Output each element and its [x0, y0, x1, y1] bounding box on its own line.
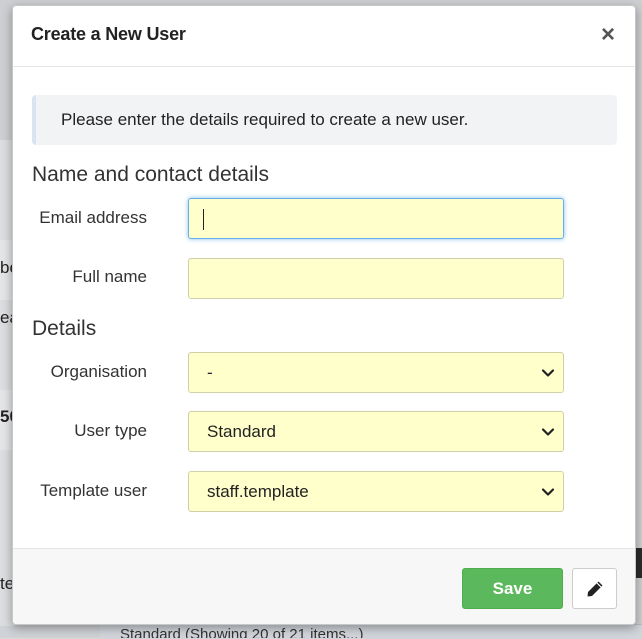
dialog-header: Create a New User ×: [13, 6, 635, 67]
template-user-label: Template user: [40, 481, 147, 500]
section-heading-contact: Name and contact details: [32, 163, 269, 186]
email-label: Email address: [39, 208, 147, 227]
save-button[interactable]: Save: [462, 568, 563, 609]
dialog-footer: Save: [13, 548, 635, 624]
pencil-icon: [587, 581, 603, 597]
background-table-caption: Standard (Showing 20 of 21 items...): [120, 626, 364, 638]
organisation-select[interactable]: -: [188, 352, 564, 393]
dialog-title: Create a New User: [31, 24, 186, 44]
organisation-value: -: [207, 363, 213, 382]
user-type-select[interactable]: Standard: [188, 411, 564, 452]
full-name-label: Full name: [72, 267, 147, 286]
section-heading-details: Details: [32, 317, 97, 340]
email-input[interactable]: [188, 198, 564, 239]
chevron-down-icon: [541, 428, 555, 436]
user-type-label: User type: [74, 421, 147, 440]
info-alert: Please enter the details required to cre…: [32, 95, 617, 145]
close-button[interactable]: ×: [597, 22, 619, 48]
full-name-input[interactable]: [188, 258, 564, 299]
edit-button[interactable]: [572, 568, 617, 609]
close-icon: ×: [600, 21, 615, 48]
create-user-dialog: Create a New User × Please enter the det…: [12, 5, 636, 625]
text-caret: [203, 209, 204, 230]
template-user-value: staff.template: [207, 482, 309, 501]
template-user-select[interactable]: staff.template: [188, 471, 564, 512]
background-edge: [636, 548, 642, 578]
user-type-value: Standard: [207, 422, 276, 441]
organisation-label: Organisation: [50, 362, 147, 381]
info-text: Please enter the details required to cre…: [61, 110, 469, 129]
chevron-down-icon: [541, 369, 555, 377]
chevron-down-icon: [541, 488, 555, 496]
